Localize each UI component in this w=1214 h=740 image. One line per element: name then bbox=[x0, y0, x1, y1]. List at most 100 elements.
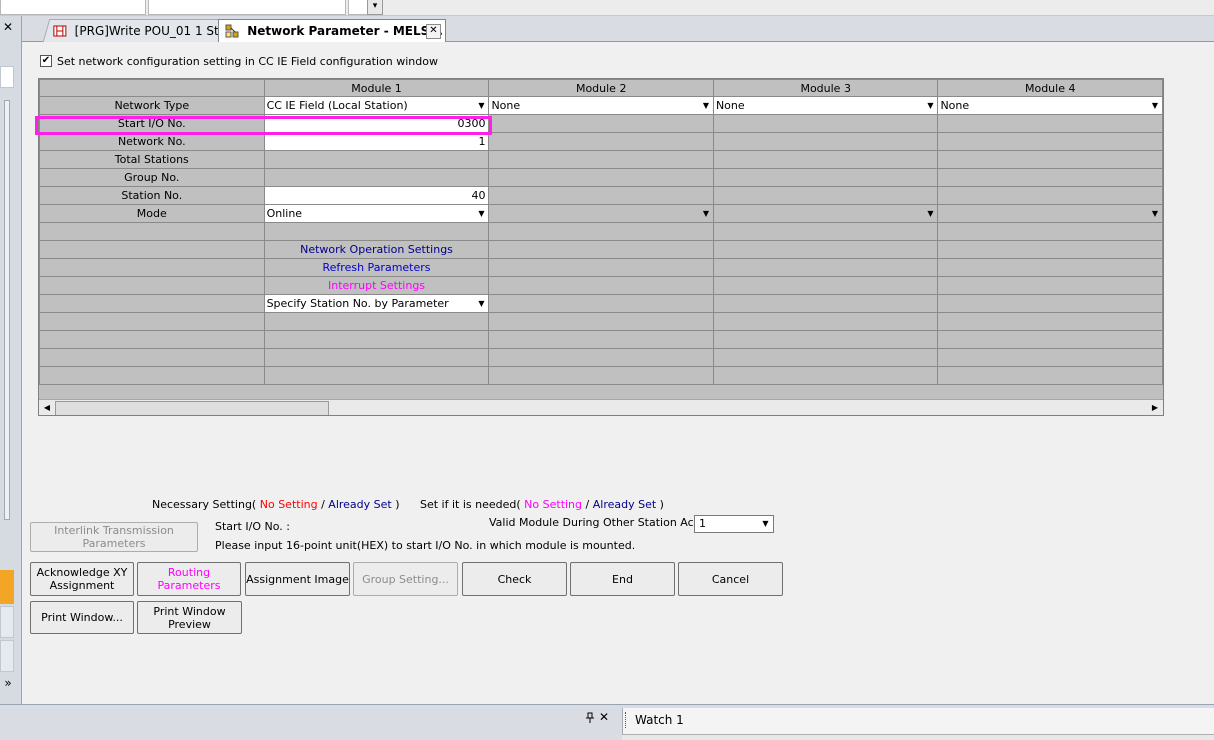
ladder-program-icon bbox=[53, 25, 67, 36]
assignment-image-button[interactable]: Assignment Image bbox=[245, 562, 350, 596]
dock-panel-indicator[interactable] bbox=[0, 66, 14, 88]
close-tab-icon[interactable]: ✕ bbox=[426, 24, 441, 39]
grid-cell bbox=[263, 330, 490, 349]
station-no-input-module-1[interactable]: 40 bbox=[263, 186, 490, 205]
toolbar-dropdown-icon[interactable]: ▾ bbox=[367, 0, 383, 15]
dock-tab[interactable] bbox=[0, 606, 14, 638]
dropdown-arrow-icon[interactable]: ▼ bbox=[700, 100, 712, 112]
mode-select-module-2[interactable]: ▼ bbox=[488, 204, 714, 223]
dropdown-arrow-icon[interactable]: ▼ bbox=[1149, 208, 1161, 220]
grid-cell bbox=[263, 312, 490, 331]
scroll-right-icon[interactable]: ▶ bbox=[1147, 400, 1163, 415]
grid-cell bbox=[39, 312, 265, 331]
tab-network-parameter[interactable]: Network Parameter - MELS... ✕ bbox=[218, 19, 446, 42]
routing-parameters-button[interactable]: Routing Parameters bbox=[137, 562, 241, 596]
grid-cell bbox=[712, 186, 939, 205]
dock-tab-active[interactable] bbox=[0, 570, 14, 604]
grid-cell bbox=[712, 348, 939, 367]
dropdown-arrow-icon[interactable]: ▼ bbox=[475, 298, 487, 310]
dropdown-arrow-icon[interactable]: ▼ bbox=[759, 518, 772, 530]
select-value: None bbox=[491, 99, 521, 112]
pin-glyph bbox=[586, 712, 594, 723]
grid-cell bbox=[488, 222, 714, 241]
document-tab-bar: [PRG]Write POU_01 1 Step Network Paramet… bbox=[0, 16, 1214, 42]
group-setting-button[interactable]: Group Setting... bbox=[353, 562, 458, 596]
button-label-line-1: Print Window bbox=[153, 604, 226, 618]
grid-cell bbox=[712, 168, 939, 187]
refresh-parameters-link[interactable]: Refresh Parameters bbox=[263, 258, 490, 277]
dropdown-arrow-icon[interactable]: ▼ bbox=[1149, 100, 1161, 112]
grid-horizontal-scrollbar[interactable]: ◀ ▶ bbox=[39, 399, 1163, 415]
dropdown-arrow-icon[interactable]: ▼ bbox=[924, 100, 936, 112]
station-spec-select-module-1[interactable]: Specify Station No. by Parameter ▼ bbox=[263, 294, 490, 313]
close-icon[interactable]: ✕ bbox=[1, 20, 15, 34]
close-icon[interactable]: ✕ bbox=[599, 710, 611, 724]
toolbar-combo-2[interactable] bbox=[148, 0, 346, 15]
grid-cell bbox=[488, 366, 714, 385]
scrollbar-thumb[interactable] bbox=[55, 401, 329, 415]
grid-cell bbox=[937, 312, 1163, 331]
dropdown-arrow-icon[interactable]: ▼ bbox=[700, 208, 712, 220]
valid-module-select[interactable]: 1 ▼ bbox=[694, 515, 774, 533]
network-type-select-module-2[interactable]: None ▼ bbox=[488, 96, 714, 115]
network-parameter-icon bbox=[225, 24, 239, 37]
interrupt-settings-link[interactable]: Interrupt Settings bbox=[263, 276, 490, 295]
mode-select-module-4[interactable]: ▼ bbox=[937, 204, 1163, 223]
config-checkbox[interactable]: ✔ bbox=[40, 55, 52, 67]
dropdown-arrow-icon[interactable]: ▼ bbox=[924, 208, 936, 220]
network-type-select-module-4[interactable]: None ▼ bbox=[937, 96, 1163, 115]
grid-cell bbox=[263, 222, 490, 241]
select-value: None bbox=[940, 99, 970, 112]
legend-close: ) bbox=[395, 498, 400, 511]
dock-scrollbar[interactable] bbox=[4, 100, 10, 520]
network-type-select-module-3[interactable]: None ▼ bbox=[712, 96, 939, 115]
legend-separator: / bbox=[585, 498, 590, 511]
acknowledge-xy-assignment-button[interactable]: Acknowledge XY Assignment bbox=[30, 562, 134, 596]
grid-cell bbox=[712, 258, 939, 277]
grid-cell bbox=[488, 258, 714, 277]
mode-select-module-1[interactable]: Online ▼ bbox=[263, 204, 490, 223]
grid-cell bbox=[712, 222, 939, 241]
table-row: Mode Online ▼ ▼ ▼ ▼ bbox=[39, 204, 1163, 223]
toolbar-combo-1[interactable] bbox=[0, 0, 146, 15]
watch-title[interactable]: Watch 1 bbox=[635, 713, 684, 727]
check-button[interactable]: Check bbox=[462, 562, 567, 596]
config-checkbox-label: Set network configuration setting in CC … bbox=[57, 55, 438, 68]
grid-cell bbox=[488, 330, 714, 349]
network-no-input-module-1[interactable]: 1 bbox=[263, 132, 490, 151]
network-type-select-module-1[interactable]: CC IE Field (Local Station) ▼ bbox=[263, 96, 490, 115]
grid-cell bbox=[937, 186, 1163, 205]
table-row: Total Stations bbox=[39, 150, 1163, 169]
grid-cell bbox=[39, 258, 265, 277]
interlink-transmission-parameters-button[interactable]: Interlink Transmission Parameters bbox=[30, 522, 198, 552]
grid-cell bbox=[712, 366, 939, 385]
table-row: Specify Station No. by Parameter ▼ bbox=[39, 294, 1163, 313]
grid-cell bbox=[488, 348, 714, 367]
help-field-name: Start I/O No. : bbox=[215, 520, 290, 533]
chevron-icon[interactable]: » bbox=[1, 676, 15, 690]
toolbar-search-icon[interactable] bbox=[348, 0, 368, 15]
cancel-button[interactable]: Cancel bbox=[678, 562, 783, 596]
end-button[interactable]: End bbox=[570, 562, 675, 596]
dropdown-arrow-icon[interactable]: ▼ bbox=[475, 100, 487, 112]
grip-handle[interactable] bbox=[625, 712, 629, 728]
tab-label: Network Parameter - MELS... bbox=[247, 24, 443, 38]
table-header-row: Module 1 Module 2 Module 3 Module 4 bbox=[39, 79, 1163, 97]
tab-prg-write-pou[interactable]: [PRG]Write POU_01 1 Step bbox=[42, 19, 234, 42]
legend-if-needed: Set if it is needed( No Setting / Alread… bbox=[420, 498, 664, 512]
pin-icon[interactable] bbox=[585, 712, 595, 724]
dropdown-arrow-icon[interactable]: ▼ bbox=[475, 208, 487, 220]
network-operation-settings-link[interactable]: Network Operation Settings bbox=[263, 240, 490, 259]
legend-necessary-already-set: Already Set bbox=[328, 498, 392, 511]
select-value: 1 bbox=[699, 517, 706, 530]
print-window-preview-button[interactable]: Print Window Preview bbox=[137, 601, 242, 634]
row-label-total-stations: Total Stations bbox=[39, 150, 265, 169]
mode-select-module-3[interactable]: ▼ bbox=[712, 204, 939, 223]
legend-separator: / bbox=[321, 498, 325, 511]
select-value: Online bbox=[266, 207, 303, 220]
legend-ifneeded-no-setting: No Setting bbox=[524, 498, 583, 511]
print-window-button[interactable]: Print Window... bbox=[30, 601, 134, 634]
grid-cell bbox=[937, 150, 1163, 169]
scroll-left-icon[interactable]: ◀ bbox=[39, 400, 55, 415]
dock-tab[interactable] bbox=[0, 640, 14, 672]
